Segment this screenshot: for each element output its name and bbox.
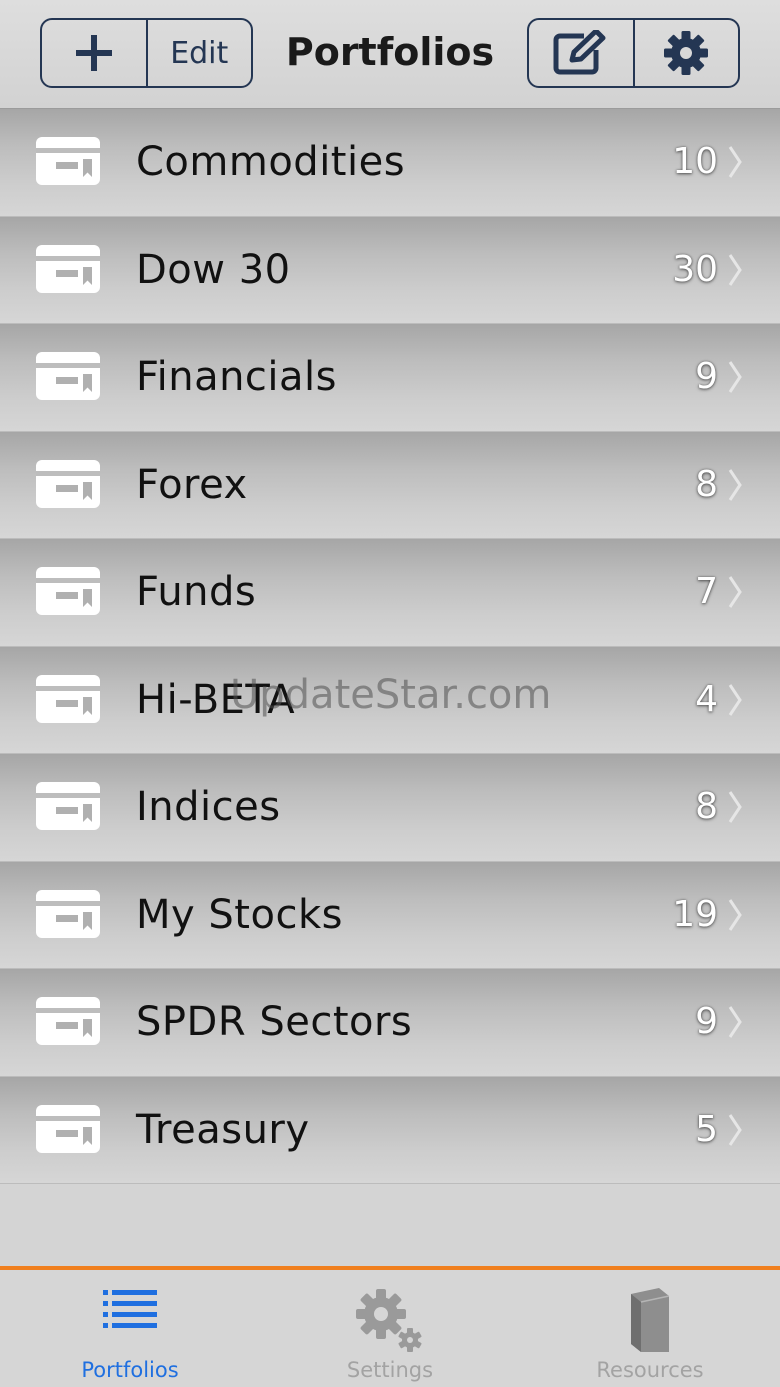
portfolio-count: 8 <box>695 463 718 505</box>
portfolio-count: 8 <box>695 786 718 827</box>
portfolio-list: Commodities 10 Dow 30 30 Financials 9 Forex 8 Fu… <box>0 109 780 1184</box>
list-icon <box>103 1290 157 1328</box>
portfolio-name: Treasury <box>136 1106 310 1153</box>
compose-settings-segment <box>527 18 740 88</box>
folder-card-icon <box>36 137 100 185</box>
tab-label: Settings <box>346 1358 434 1382</box>
chevron-right-icon <box>728 683 742 716</box>
portfolio-count: 7 <box>695 571 718 612</box>
chevron-right-icon <box>728 898 742 931</box>
folder-card-icon <box>36 567 100 615</box>
portfolio-count: 19 <box>672 893 718 935</box>
tab-bar: Portfolios Settings Resources <box>0 1266 780 1387</box>
folder-card-icon <box>36 1104 100 1153</box>
portfolio-row[interactable]: Commodities 10 <box>0 109 780 217</box>
folder-card-icon <box>36 459 100 508</box>
chevron-right-icon <box>728 253 742 286</box>
portfolio-row[interactable]: My Stocks 19 <box>0 861 780 969</box>
portfolio-name: Commodities <box>136 139 406 185</box>
folder-card-icon <box>36 674 100 723</box>
portfolio-row[interactable]: Financials 9 <box>0 324 780 432</box>
portfolio-row[interactable]: Indices 8 <box>0 754 780 862</box>
page-title: Portfolios <box>285 30 495 74</box>
portfolio-count: 9 <box>695 356 718 397</box>
compose-icon <box>553 30 606 75</box>
tab-resources[interactable]: Resources <box>520 1270 780 1387</box>
portfolio-name: My Stocks <box>136 891 343 938</box>
navigation-bar: Edit Portfolios <box>0 0 780 109</box>
portfolio-name: SPDR Sectors <box>136 999 413 1045</box>
edit-button[interactable]: Edit <box>145 20 252 86</box>
chevron-right-icon <box>728 791 742 823</box>
folder-card-icon <box>36 782 100 830</box>
portfolio-count: 10 <box>672 141 718 182</box>
compose-button[interactable] <box>529 20 633 86</box>
tab-label: Portfolios <box>81 1358 179 1382</box>
add-button[interactable] <box>42 20 146 86</box>
portfolio-name: Funds <box>136 569 257 615</box>
portfolio-count: 30 <box>672 248 718 290</box>
plus-icon <box>75 35 112 71</box>
chevron-right-icon <box>728 576 742 608</box>
portfolio-row[interactable]: Forex 8 <box>0 431 780 539</box>
portfolio-row[interactable]: Funds 7 <box>0 539 780 647</box>
gear-icon <box>664 31 709 75</box>
chevron-right-icon <box>728 468 742 501</box>
chevron-right-icon <box>728 1113 742 1146</box>
book-icon <box>631 1288 670 1352</box>
portfolio-name: Dow 30 <box>136 246 291 293</box>
portfolio-row[interactable]: Hi-BETA 4 <box>0 646 780 754</box>
chevron-right-icon <box>728 1006 742 1038</box>
folder-card-icon <box>36 997 100 1045</box>
portfolio-row[interactable]: SPDR Sectors 9 <box>0 969 780 1077</box>
portfolio-count: 4 <box>695 678 718 720</box>
tab-settings[interactable]: Settings <box>260 1270 520 1387</box>
tab-label: Resources <box>596 1358 704 1382</box>
chevron-right-icon <box>728 361 742 393</box>
portfolio-count: 9 <box>695 1001 718 1042</box>
tab-portfolios[interactable]: Portfolios <box>0 1270 260 1387</box>
chevron-right-icon <box>728 146 742 178</box>
portfolio-name: Forex <box>136 461 248 508</box>
folder-card-icon <box>36 352 100 400</box>
folder-card-icon <box>36 889 100 938</box>
portfolio-name: Financials <box>136 354 337 400</box>
folder-card-icon <box>36 244 100 293</box>
portfolio-row[interactable]: Dow 30 30 <box>0 216 780 324</box>
settings-button[interactable] <box>632 20 739 86</box>
portfolio-count: 5 <box>695 1108 718 1150</box>
portfolio-name: Hi-BETA <box>136 676 296 723</box>
gears-icon <box>356 1289 422 1352</box>
add-edit-segment: Edit <box>40 18 253 88</box>
portfolio-row[interactable]: Treasury 5 <box>0 1076 780 1184</box>
portfolio-name: Indices <box>136 784 281 830</box>
